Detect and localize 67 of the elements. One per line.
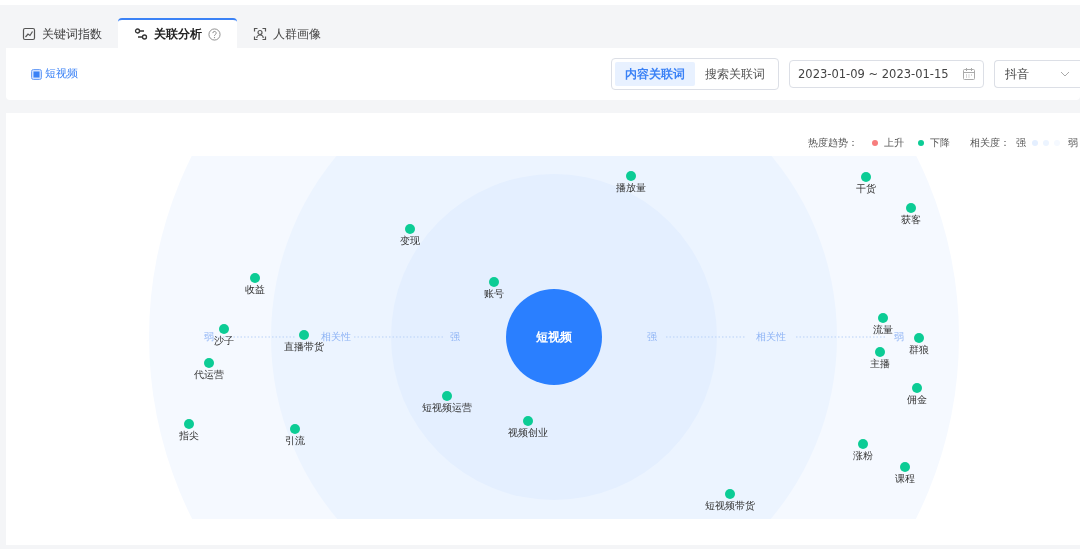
date-range-field[interactable]: 2023-01-09 ~ 2023-01-15 <box>789 60 984 88</box>
chevron-down-icon <box>1060 71 1070 77</box>
keyword-dot[interactable] <box>523 416 533 426</box>
legend-label: 弱 <box>1068 136 1078 150</box>
legend-title: 热度趋势： <box>808 136 858 150</box>
relevance-scale-icon <box>1032 139 1062 146</box>
keyword-label: 账号 <box>484 289 504 299</box>
axis-label: 弱 <box>894 332 904 342</box>
keyword-label: 沙子 <box>214 336 234 346</box>
legend-title: 相关度： <box>970 136 1010 150</box>
platform-select[interactable]: 抖音 <box>994 60 1080 88</box>
axis-label: 弱 <box>204 332 214 342</box>
keyword-label: 播放量 <box>616 183 646 193</box>
keyword-label: 涨粉 <box>853 451 873 461</box>
calendar-icon <box>963 68 975 80</box>
axis-label: 强 <box>647 332 657 342</box>
keyword-dot[interactable] <box>725 489 735 499</box>
keyword-dot[interactable] <box>219 324 229 334</box>
keyword-dot[interactable] <box>861 172 871 182</box>
keyword-label: 干货 <box>856 184 876 194</box>
keyword-dot[interactable] <box>914 333 924 343</box>
keyword-label: 课程 <box>895 474 915 484</box>
keyword-label: 短视频运营 <box>422 403 472 413</box>
checkbox[interactable] <box>31 68 42 80</box>
help-icon[interactable] <box>208 27 221 41</box>
keyword-dot[interactable] <box>875 347 885 357</box>
legend-label: 上升 <box>884 136 904 150</box>
keyword-label: 收益 <box>245 285 265 295</box>
axis-label: 强 <box>450 332 460 342</box>
keyword-label: 佣金 <box>907 395 927 405</box>
legend-label: 强 <box>1016 136 1026 150</box>
tab[interactable]: 人群画像 <box>237 18 337 48</box>
keyword-label: 群狼 <box>909 345 929 355</box>
keyword-dot[interactable] <box>405 224 415 234</box>
keyword-label: 主播 <box>870 359 890 369</box>
segment-option[interactable]: 搜索关联词 <box>695 62 775 86</box>
keyword-label: 短视频 <box>45 65 78 82</box>
person-scan-icon <box>253 27 267 41</box>
keyword-dot[interactable] <box>290 424 300 434</box>
keyword-dot[interactable] <box>626 171 636 181</box>
keyword-dot[interactable] <box>250 273 260 283</box>
keyword-dot[interactable] <box>489 277 499 287</box>
keyword-dot[interactable] <box>906 203 916 213</box>
keyword-label: 流量 <box>873 325 893 335</box>
keyword-label: 直播带货 <box>284 342 324 352</box>
keyword-dot[interactable] <box>912 383 922 393</box>
keyword-label: 短视频带货 <box>705 501 755 511</box>
keyword-label: 引流 <box>285 436 305 446</box>
tab[interactable]: 关联分析 <box>118 18 237 48</box>
keyword-dot[interactable] <box>184 419 194 429</box>
keyword-label: 获客 <box>901 215 921 225</box>
keyword-dot[interactable] <box>858 439 868 449</box>
keyword-label: 指尖 <box>179 431 199 441</box>
keyword-label: 视频创业 <box>508 428 548 438</box>
chart-icon <box>22 27 36 41</box>
link-icon <box>134 27 148 41</box>
legend-label: 下降 <box>930 136 950 150</box>
keyword-label: 变现 <box>400 236 420 246</box>
keyword-label: 代运营 <box>194 370 224 380</box>
axis-label: 相关性 <box>321 332 351 342</box>
keyword-dot[interactable] <box>299 330 309 340</box>
keyword-dot[interactable] <box>204 358 214 368</box>
axis-label: 相关性 <box>756 332 786 342</box>
keyword-dot[interactable] <box>878 313 888 323</box>
keyword-dot[interactable] <box>442 391 452 401</box>
tab[interactable]: 关键词指数 <box>6 18 118 48</box>
keyword-dot[interactable] <box>900 462 910 472</box>
